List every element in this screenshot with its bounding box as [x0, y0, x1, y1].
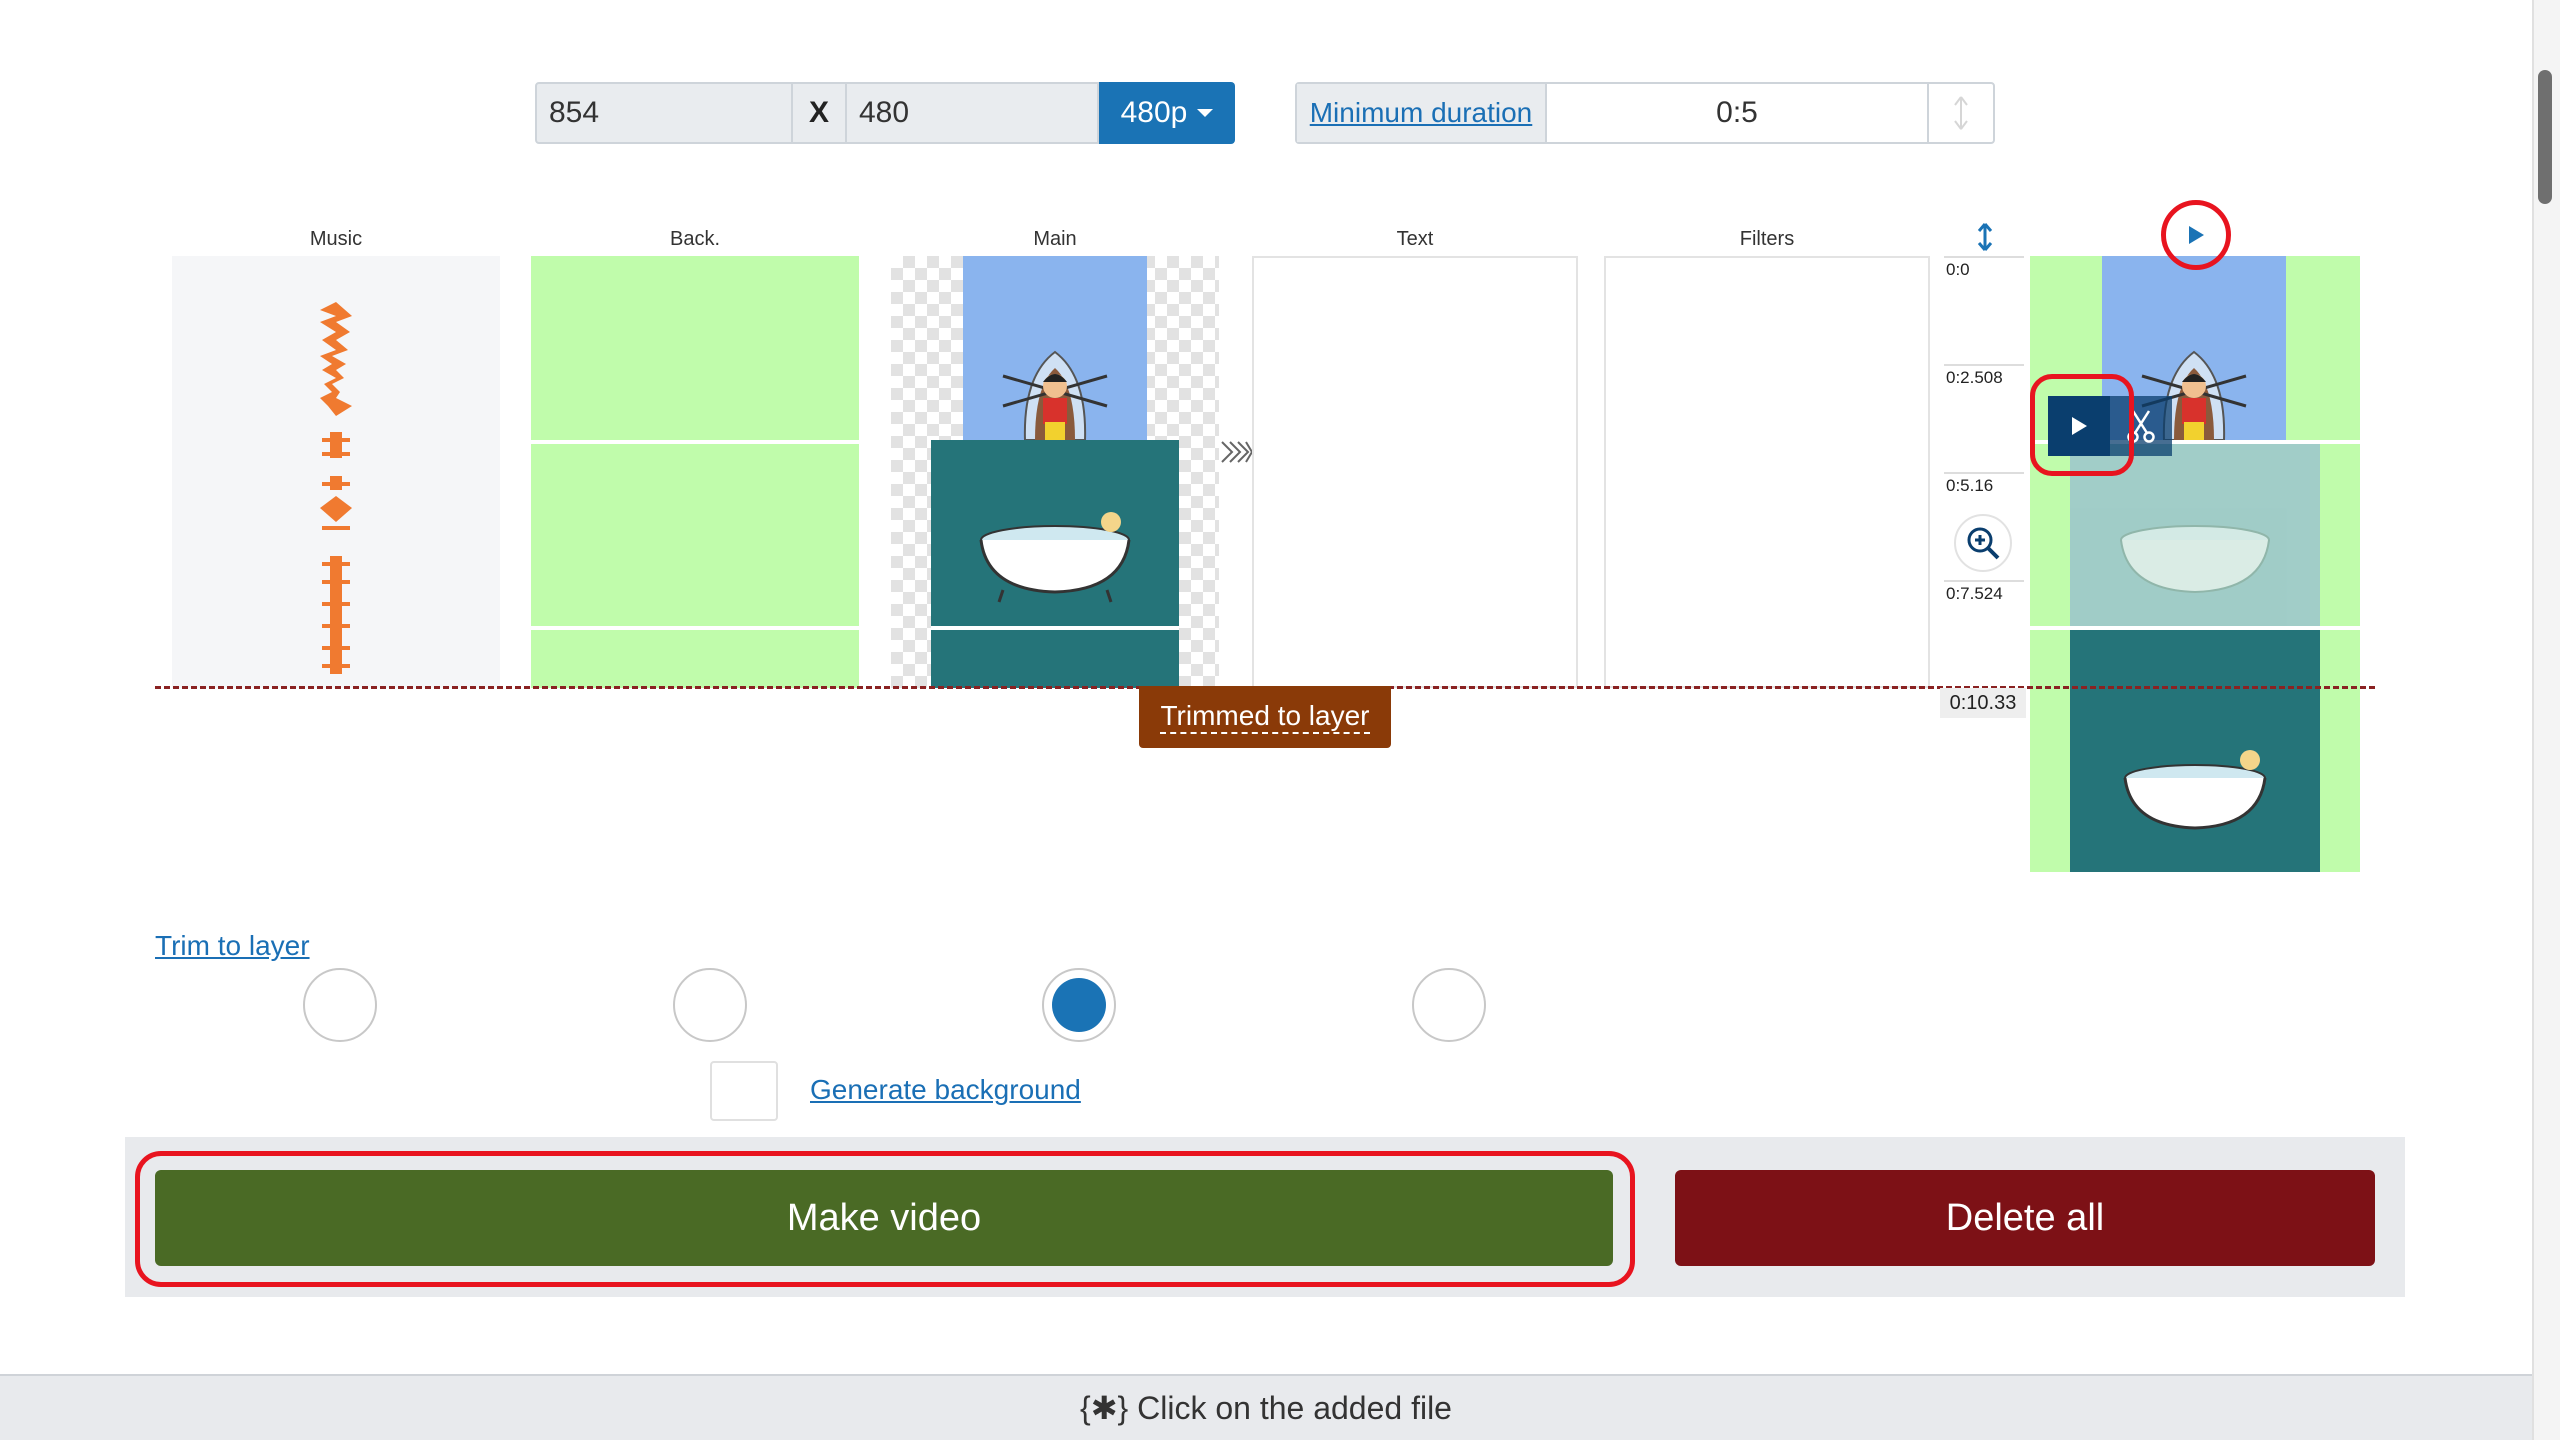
clip-rowing-boat[interactable] — [963, 256, 1147, 441]
footer-hint: {✱} Click on the added file — [0, 1374, 2532, 1440]
background-layer[interactable] — [531, 256, 859, 688]
bathtub-icon — [979, 512, 1131, 603]
text-layer[interactable] — [1252, 256, 1578, 688]
drag-handle-icon[interactable] — [1220, 440, 1254, 464]
time-marker-1: 0:2.508 — [1946, 368, 2003, 387]
time-marker-0: 0:0 — [1946, 260, 1970, 279]
width-input[interactable]: 854 — [535, 82, 793, 144]
trimmed-to-layer-label: Trimmed to layer — [1160, 700, 1370, 734]
timeline-tick — [1944, 364, 2024, 366]
main-layer[interactable] — [891, 256, 1219, 688]
scrollbar-track[interactable] — [2532, 0, 2560, 1440]
zoom-in-icon — [1967, 527, 2000, 560]
layer-header-text: Text — [1396, 228, 1434, 250]
end-time-marker: 0:10.33 — [1940, 688, 2026, 718]
trim-to-layer-link[interactable]: Trim to layer — [155, 930, 310, 962]
minimum-duration-link[interactable]: Minimum duration — [1297, 84, 1547, 142]
resolution-preset-dropdown[interactable]: 480p — [1099, 82, 1235, 144]
caret-down-icon — [1197, 109, 1214, 117]
trim-radio-back[interactable] — [673, 968, 747, 1042]
layer-header-main: Main — [1033, 228, 1077, 250]
height-input[interactable]: 480 — [845, 82, 1099, 144]
timeline-tick — [1944, 580, 2024, 582]
resolution-group: 854 X 480 480p — [535, 82, 1235, 144]
preview-clip-bathtub — [2070, 630, 2320, 872]
resolution-separator: X — [793, 82, 845, 144]
play-icon — [2189, 226, 2204, 244]
timeline-tick — [1944, 256, 2024, 258]
preview-play-button[interactable] — [2161, 200, 2231, 270]
filters-layer[interactable] — [1604, 256, 1930, 688]
clip-separator — [531, 440, 859, 444]
duration-group: Minimum duration 0:5 — [1295, 82, 1995, 144]
radio-selected-dot — [1052, 978, 1106, 1032]
delete-all-button[interactable]: Delete all — [1675, 1170, 2375, 1266]
trim-radio-music[interactable] — [303, 968, 377, 1042]
clip-separator — [531, 626, 859, 630]
trim-radio-text[interactable] — [1412, 968, 1486, 1042]
timeline-tick — [1944, 472, 2024, 474]
time-marker-3: 0:7.524 — [1946, 584, 2003, 603]
resolution-preset-label: 480p — [1120, 96, 1188, 129]
generate-background-checkbox[interactable] — [710, 1061, 778, 1121]
spin-arrows-icon — [1954, 96, 1968, 130]
resize-vertical-icon[interactable] — [1974, 222, 1996, 252]
rowing-boat-icon — [1002, 350, 1108, 441]
duration-spinner[interactable] — [1927, 84, 1993, 142]
duration-input[interactable]: 0:5 — [1547, 84, 1927, 142]
generate-background-link[interactable]: Generate background — [810, 1074, 1081, 1106]
preview-panel[interactable] — [2030, 256, 2360, 872]
trimmed-to-layer-badge[interactable]: Trimmed to layer — [1139, 686, 1391, 748]
audio-waveform-icon — [320, 302, 352, 674]
trim-radio-main[interactable] — [1042, 968, 1116, 1042]
time-marker-2: 0:5.16 — [1946, 476, 1994, 495]
scrollbar-thumb[interactable] — [2538, 70, 2552, 204]
make-video-highlight-ring — [135, 1151, 1635, 1287]
layer-header-filters: Filters — [1739, 228, 1795, 250]
bathtub-icon — [2123, 750, 2267, 830]
play-highlight-ring — [2030, 374, 2134, 476]
layer-header-back: Back. — [669, 228, 721, 250]
clip-bathtub-continued[interactable] — [931, 630, 1179, 688]
layer-header-music: Music — [309, 228, 363, 250]
clip-bathtub[interactable] — [931, 440, 1179, 626]
music-layer[interactable] — [172, 256, 500, 688]
zoom-in-button[interactable] — [1954, 514, 2012, 572]
